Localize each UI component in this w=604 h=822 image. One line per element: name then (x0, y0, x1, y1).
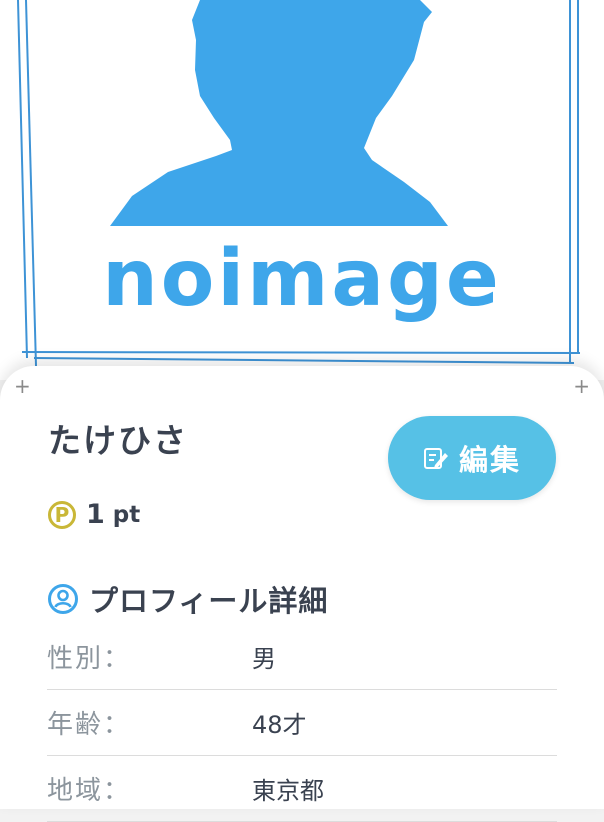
detail-row-age: 年齢： 48才 (47, 690, 557, 756)
plus-icon: + (573, 374, 590, 398)
points-value: 1 (86, 499, 105, 530)
detail-label: 地域： (47, 776, 132, 806)
plus-icon: + (14, 374, 31, 398)
edit-button-label: 編集 (458, 443, 521, 477)
profile-user-icon (48, 584, 78, 614)
profile-details-list: 性別： 男 年齢： 48才 地域： 東京都 (47, 624, 557, 822)
profile-card: + + たけひさ 編集 P 1 pt プロフィール詳細 性別： 男 年齢： 48… (0, 366, 604, 822)
edit-profile-button[interactable]: 編集 (388, 416, 556, 500)
detail-value: 東京都 (252, 777, 324, 805)
points-unit: pt (112, 501, 141, 528)
noimage-label: noimage (102, 234, 502, 324)
detail-row-gender: 性別： 男 (47, 624, 557, 690)
profile-photo-placeholder: noimage (0, 0, 604, 380)
detail-label: 年齢： (47, 710, 132, 740)
username: たけひさ (48, 421, 188, 460)
section-title: プロフィール詳細 (89, 584, 329, 618)
points-display: P 1 pt (48, 499, 140, 530)
detail-label: 性別： (47, 644, 132, 674)
detail-value: 48才 (252, 711, 307, 739)
points-icon: P (48, 500, 76, 529)
profile-details-header: プロフィール詳細 (47, 578, 328, 620)
edit-icon (423, 448, 448, 469)
detail-value: 男 (252, 645, 276, 673)
person-silhouette-icon (110, 0, 448, 226)
detail-row-region: 地域： 東京都 (47, 756, 557, 822)
